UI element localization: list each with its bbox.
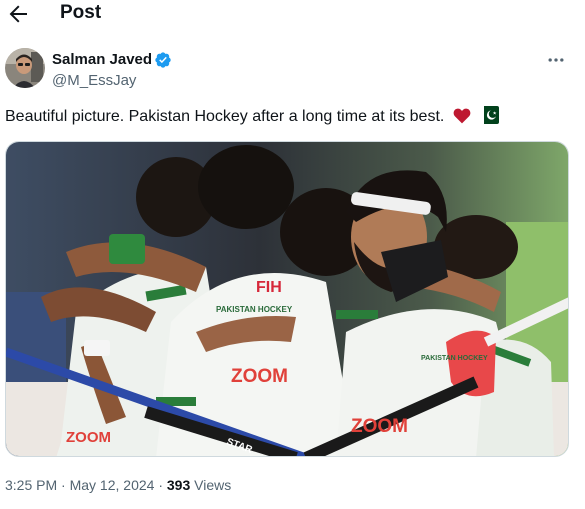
jersey-text-zoom-1: ZOOM bbox=[231, 366, 288, 387]
tweet-time[interactable]: 3:25 PM bbox=[5, 477, 57, 493]
jersey-text-zoom-3: ZOOM bbox=[66, 429, 111, 446]
tweet-meta: 3:25 PM · May 12, 2024 · 393 Views bbox=[5, 476, 231, 494]
avatar[interactable] bbox=[5, 48, 45, 88]
arrow-left-icon[interactable] bbox=[6, 2, 30, 26]
tweet-text: Beautiful picture. Pakistan Hockey after… bbox=[5, 108, 445, 125]
page-title: Post bbox=[60, 2, 102, 23]
top-bar: Post bbox=[0, 0, 585, 28]
meta-separator-2: · bbox=[158, 477, 163, 493]
display-name[interactable]: Salman Javed bbox=[52, 51, 152, 69]
meta-separator: · bbox=[61, 477, 66, 493]
views-count[interactable]: 393 bbox=[167, 477, 190, 493]
author-row: Salman Javed @M_EssJay bbox=[5, 48, 580, 90]
jersey-text-pakistan-hockey: PAKISTAN HOCKEY bbox=[421, 355, 488, 362]
hockey-team-huddle-photo: FIH ZOOM ZOOM PAKISTAN HOCKEY ZOOM STAR … bbox=[6, 142, 568, 456]
verified-badge-icon bbox=[155, 52, 171, 68]
jersey-text-zoom-2: ZOOM bbox=[351, 416, 408, 437]
user-handle[interactable]: @M_EssJay bbox=[52, 72, 136, 90]
tweet-text-row: Beautiful picture. Pakistan Hockey after… bbox=[5, 106, 500, 127]
tweet-photo[interactable]: FIH ZOOM ZOOM PAKISTAN HOCKEY ZOOM STAR … bbox=[5, 141, 569, 457]
heart-emoji-icon bbox=[453, 108, 471, 124]
tweet-date[interactable]: May 12, 2024 bbox=[70, 477, 155, 493]
jersey-text-fih: FIH bbox=[256, 279, 282, 296]
more-options-icon[interactable] bbox=[546, 50, 566, 70]
pakistan-flag-emoji-icon bbox=[479, 106, 500, 124]
jersey-text-pakistan-hockey-2: PAKISTAN HOCKEY bbox=[216, 305, 293, 314]
views-label: Views bbox=[194, 477, 232, 493]
